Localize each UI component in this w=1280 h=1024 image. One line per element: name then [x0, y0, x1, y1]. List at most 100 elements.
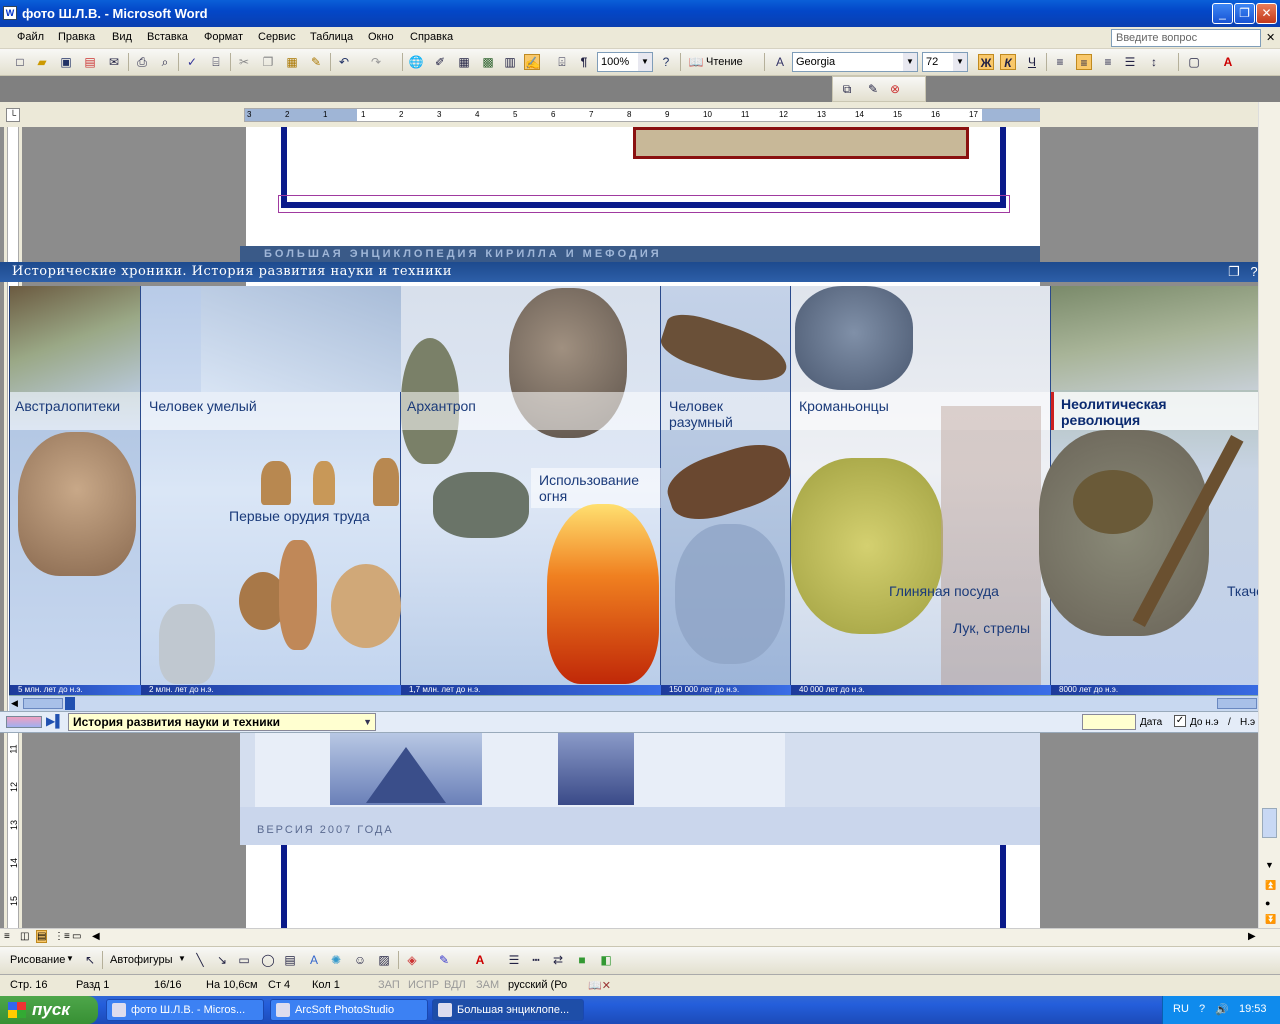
bold-button[interactable]: Ж — [978, 54, 994, 70]
clock[interactable]: 19:53 — [1239, 1003, 1267, 1015]
previous-page-icon[interactable]: ⏫ — [1265, 880, 1276, 891]
close-document-icon[interactable]: ✕ — [1266, 31, 1275, 44]
timeline-overview-thumb[interactable] — [1217, 698, 1257, 709]
font-color-icon[interactable]: A — [1220, 54, 1236, 70]
diagram-icon[interactable]: ✺ — [328, 952, 344, 968]
timeline-scroll-thumb[interactable] — [23, 698, 63, 709]
oval-icon[interactable]: ◯ — [260, 952, 276, 968]
tables-borders-icon[interactable]: ✐ — [432, 54, 448, 70]
scroll-down-icon[interactable]: ▼ — [1265, 860, 1274, 870]
menu-table[interactable]: Таблица — [310, 31, 353, 43]
volume-icon[interactable]: 🔊 — [1215, 1003, 1229, 1016]
bc-checkbox[interactable]: ✓ — [1174, 715, 1186, 727]
next-page-icon[interactable]: ⏬ — [1265, 914, 1276, 925]
kremlin-picture[interactable] — [633, 127, 969, 159]
scroll-left-arrow-icon[interactable]: ◀ — [92, 931, 100, 942]
arrow-icon[interactable]: ↘ — [214, 952, 230, 968]
timeline-panel[interactable]: Австралопитеки 5 млн. лет до н.э. Челове… — [9, 286, 1271, 695]
undo-icon[interactable]: ↶ — [336, 54, 352, 70]
browse-object-icon[interactable]: ● — [1265, 898, 1270, 908]
line-style-icon[interactable]: ☰ — [506, 952, 522, 968]
dash-style-icon[interactable]: ┅ — [528, 952, 544, 968]
menu-help[interactable]: Справка — [410, 31, 453, 43]
picture-icon[interactable]: ▨ — [376, 952, 392, 968]
line-icon[interactable]: ╲ — [192, 952, 208, 968]
copy-icon[interactable]: ❐ — [260, 54, 276, 70]
format-painter-icon[interactable]: ✎ — [308, 54, 324, 70]
arrow-style-icon[interactable]: ⇄ — [550, 952, 566, 968]
textbox-icon[interactable]: ▤ — [282, 952, 298, 968]
language-indicator[interactable]: RU — [1173, 1003, 1189, 1015]
clipart-icon[interactable]: ☺ — [352, 952, 368, 968]
play-icon[interactable]: ▶▌ — [46, 714, 64, 728]
insert-excel-icon[interactable]: ▩ — [480, 54, 496, 70]
shadow-icon[interactable]: ■ — [574, 952, 590, 968]
menu-window[interactable]: Окно — [368, 31, 394, 43]
menu-tools[interactable]: Сервис — [258, 31, 296, 43]
timeline-column-neolithic[interactable]: Неолитическая революция Ткачес 8000 лет … — [1039, 286, 1271, 695]
research-icon[interactable]: ⌸ — [208, 54, 224, 70]
horizontal-ruler[interactable]: 3 2 1 1 2 3 4 5 6 7 8 9 10 11 12 13 14 15 16 17 — [244, 108, 1040, 122]
reject-change-icon[interactable]: ⊗ — [887, 81, 903, 97]
tray-help-icon[interactable]: ? — [1199, 1003, 1205, 1015]
drawing-toggle-icon[interactable]: ✍ — [524, 54, 540, 70]
vscroll-thumb[interactable] — [1262, 808, 1277, 838]
status-trk[interactable]: ИСПР — [408, 979, 439, 991]
spelling-icon[interactable]: ✓ — [184, 54, 200, 70]
timeline-column-australopithecus[interactable]: Австралопитеки 5 млн. лет до н.э. — [10, 286, 141, 695]
track-changes-icon[interactable]: ✎ — [865, 81, 881, 97]
justify-icon[interactable]: ☰ — [1122, 54, 1138, 70]
label-neolithic[interactable]: Неолитическая революция — [1061, 396, 1211, 428]
drawing-menu[interactable]: Рисование — [10, 954, 65, 966]
timeline-column-homo-sapiens[interactable]: Человек разумный 150 000 лет до н.э. — [656, 286, 798, 695]
reading-mode-button[interactable]: Чтение — [706, 56, 743, 68]
label-archanthropus[interactable]: Архантроп — [407, 398, 476, 414]
columns-icon[interactable]: ▥ — [502, 54, 518, 70]
insert-table-icon[interactable]: ▦ — [456, 54, 472, 70]
email-icon[interactable]: ✉ — [106, 54, 122, 70]
event-pottery[interactable]: Глиняная посуда — [889, 583, 999, 599]
close-button[interactable]: ✕ — [1256, 3, 1277, 24]
chronicle-topic-select[interactable]: История развития науки и техники ▼ — [68, 713, 376, 731]
menu-format[interactable]: Формат — [204, 31, 243, 43]
status-ext[interactable]: ВДЛ — [444, 979, 466, 991]
paste-icon[interactable]: ▦ — [284, 54, 300, 70]
save-icon[interactable]: ▣ — [58, 54, 74, 70]
status-ovr[interactable]: ЗАМ — [476, 979, 499, 991]
align-left-icon[interactable]: ≡ — [1052, 54, 1068, 70]
cut-icon[interactable]: ✂ — [236, 54, 252, 70]
timeline-column-cro-magnon[interactable]: Кроманьонцы Глиняная посуда Лук, стрелы … — [791, 286, 1051, 695]
menu-file[interactable]: Файл — [17, 31, 44, 43]
show-formatting-icon[interactable]: ¶ — [576, 54, 592, 70]
wordart-icon[interactable]: A — [306, 952, 322, 968]
scroll-right-arrow-icon[interactable]: ▶ — [1248, 931, 1256, 942]
outline-view-icon[interactable]: ⋮≡ — [54, 931, 70, 942]
label-cro-magnon[interactable]: Кроманьонцы — [799, 398, 889, 414]
print-layout-icon[interactable]: ▤ — [36, 930, 48, 943]
minimize-button[interactable]: _ — [1212, 3, 1233, 24]
status-rec[interactable]: ЗАП — [378, 979, 400, 991]
help-icon[interactable]: ? — [658, 54, 674, 70]
web-view-icon[interactable]: ◫ — [20, 931, 29, 942]
timeline-column-homo-habilis[interactable]: Человек умелый Первые орудия труда 2 млн… — [141, 286, 401, 695]
line-spacing-icon[interactable]: ↕ — [1146, 54, 1162, 70]
spelling-status-icon[interactable]: 📖✕ — [588, 979, 611, 992]
select-objects-icon[interactable]: ↖ — [82, 952, 98, 968]
timeline-scrollbar[interactable]: ◀ ▶ — [9, 695, 1271, 711]
timeline-column-archanthropus[interactable]: Архантроп Использование огня 1,7 млн. ле… — [401, 286, 661, 695]
reading-mode-icon[interactable]: 📖 — [688, 54, 704, 70]
help-question-input[interactable]: Введите вопрос — [1111, 29, 1261, 47]
maximize-button[interactable]: ❐ — [1234, 3, 1255, 24]
label-australopithecus[interactable]: Австралопитеки — [15, 398, 120, 414]
font-size-select[interactable]: 72 ▼ — [922, 52, 968, 72]
line-color-icon[interactable]: ✎ — [436, 952, 452, 968]
vertical-scrollbar[interactable]: ▼ ⏫ ● ⏬ — [1258, 102, 1280, 930]
normal-view-icon[interactable]: ≡ — [4, 931, 10, 942]
label-homo-habilis[interactable]: Человек умелый — [149, 398, 257, 414]
autoshapes-menu[interactable]: Автофигуры — [110, 954, 173, 966]
menu-insert[interactable]: Вставка — [147, 31, 188, 43]
tab-selector[interactable]: └ — [6, 108, 20, 122]
event-first-tools[interactable]: Первые орудия труда — [229, 508, 370, 524]
print-icon[interactable]: ⎙ — [134, 54, 150, 70]
task-arcsoft[interactable]: ArcSoft PhotoStudio — [270, 999, 428, 1021]
